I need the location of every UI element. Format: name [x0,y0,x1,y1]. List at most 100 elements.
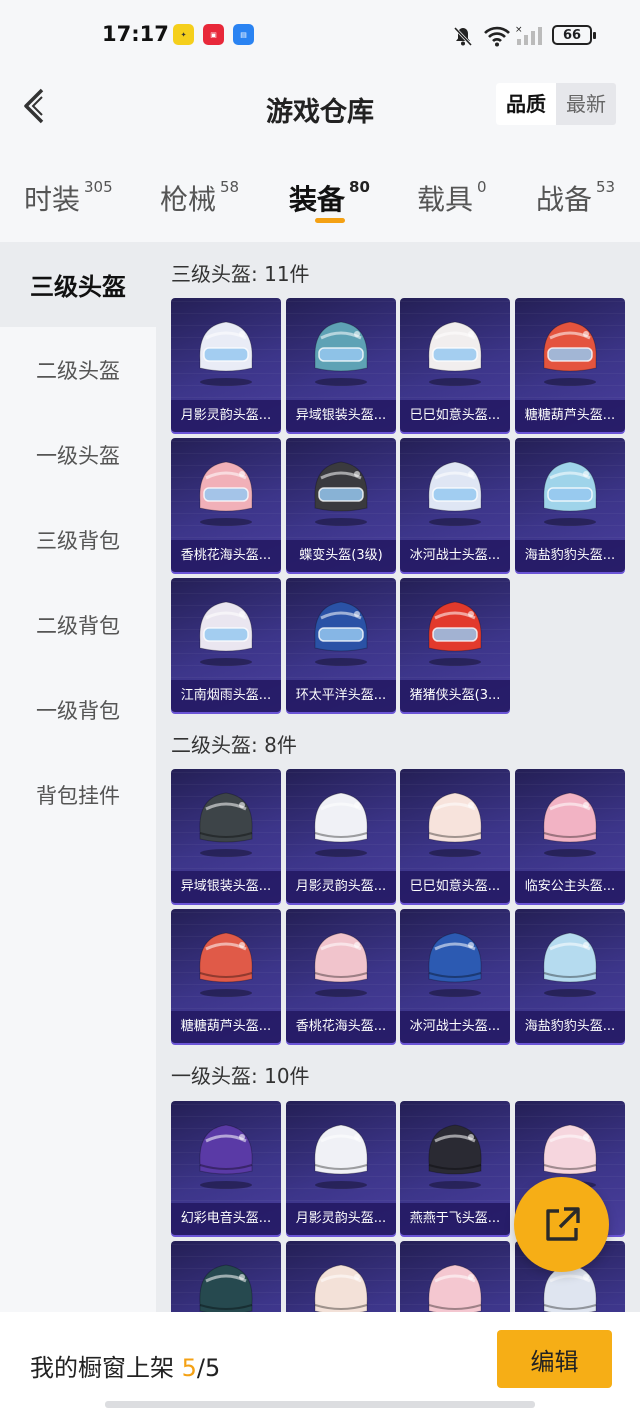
item-card[interactable]: 冰河战士头盔... [400,909,510,1043]
item-name: 月影灵韵头盔... [286,871,396,903]
item-card[interactable]: 燕燕于飞头盔... [400,1101,510,1235]
item-name: 冰河战士头盔... [400,540,510,572]
item-card[interactable]: 幻彩电音头盔... [171,1101,281,1235]
app-root: 17:17 ✦ ▣ ▤ × 66 游戏仓库 品质 最新 时装 305 枪械 58… [0,0,640,1408]
item-card[interactable]: 月影灵韵头盔... [286,769,396,903]
blue-app-icon: ▤ [233,24,254,45]
showcase-status: 我的橱窗上架 5/5 [30,1348,220,1383]
signal-icon: × [515,25,542,45]
back-button[interactable] [16,84,52,128]
helmet-icon [428,932,482,997]
sidebar-item-level2-helmet[interactable]: 二级头盔 [0,327,156,412]
helmet-icon [199,321,253,386]
helmet-icon [314,792,368,857]
helmet-icon [314,461,368,526]
item-card[interactable] [286,1241,396,1312]
tab-label: 装备 [289,183,346,216]
group-title-level2: 二级头盔: 8件 [171,733,297,757]
item-card[interactable]: 异域银装头盔... [171,769,281,903]
share-fab[interactable] [514,1177,609,1272]
item-card[interactable]: 海盐豹豹头盔... [515,438,625,572]
battery-icon: 66 [552,25,596,45]
tab-guns[interactable]: 枪械 58 [160,178,239,218]
helmet-icon [428,321,482,386]
showcase-label: 我的橱窗上架 [30,1354,174,1382]
red-app-icon: ▣ [203,24,224,45]
back-arrow-icon [24,88,44,124]
tab-fashion[interactable]: 时装 305 [24,178,113,218]
item-card[interactable]: 巳巳如意头盔... [400,769,510,903]
item-card[interactable]: 蝶变头盔(3级) [286,438,396,572]
sidebar-item-level3-helmet[interactable]: 三级头盔 [0,242,156,327]
item-name: 糖糖葫芦头盔... [171,1011,281,1043]
tab-count: 58 [220,178,240,196]
item-card[interactable]: 临安公主头盔... [515,769,625,903]
item-card[interactable]: 巳巳如意头盔... [400,298,510,432]
item-card[interactable]: 冰河战士头盔... [400,438,510,572]
group-title-level3: 三级头盔: 11件 [171,262,310,286]
sidebar: 三级头盔 二级头盔 一级头盔 三级背包 二级背包 一级背包 背包挂件 [0,242,156,1312]
sort-toggle: 品质 最新 [496,83,616,125]
item-card[interactable]: 江南烟雨头盔... [171,578,281,712]
item-card[interactable]: 环太平洋头盔... [286,578,396,712]
item-card[interactable]: 月影灵韵头盔... [286,1101,396,1235]
category-tabs: 时装 305 枪械 58 装备 80 载具 0 战备 53 [0,156,640,242]
item-name: 冰河战士头盔... [400,1011,510,1043]
item-name: 异域银装头盔... [171,871,281,903]
helmet-icon [199,1124,253,1189]
share-icon [545,1206,580,1241]
item-card[interactable]: 猪猪侠头盔(3... [400,578,510,712]
helmet-icon [428,1124,482,1189]
edit-button[interactable]: 编辑 [497,1330,612,1388]
sort-newest-option[interactable]: 最新 [556,83,616,125]
helmet-icon [428,1264,482,1312]
helmet-icon [428,792,482,857]
item-card[interactable]: 月影灵韵头盔... [171,298,281,432]
item-card[interactable] [400,1241,510,1312]
item-card[interactable]: 香桃花海头盔... [171,438,281,572]
helmet-icon [314,321,368,386]
item-name: 临安公主头盔... [515,871,625,903]
tab-equipment[interactable]: 装备 80 [289,178,370,218]
helmet-icon [543,461,597,526]
item-card[interactable]: 糖糖葫芦头盔... [515,298,625,432]
header: 游戏仓库 品质 最新 [0,66,640,156]
wifi-icon [484,26,510,47]
showcase-current: 5 [181,1354,197,1382]
item-card[interactable]: 海盐豹豹头盔... [515,909,625,1043]
item-card[interactable]: 香桃花海头盔... [286,909,396,1043]
helmet-icon [428,461,482,526]
helmet-icon [314,1264,368,1312]
svg-text:×: × [515,25,523,35]
sidebar-item-backpack-pendant[interactable]: 背包挂件 [0,752,156,837]
item-name: 海盐豹豹头盔... [515,540,625,572]
status-time: 17:17 [102,22,169,46]
tab-count: 80 [349,178,370,196]
tab-label: 枪械 [160,183,217,216]
helmet-icon [199,1264,253,1312]
item-card[interactable]: 异域银装头盔... [286,298,396,432]
helmet-icon [199,461,253,526]
helmet-icon [314,932,368,997]
item-name: 糖糖葫芦头盔... [515,400,625,432]
group-title-level1: 一级头盔: 10件 [171,1064,310,1088]
helmet-icon [314,601,368,666]
sidebar-item-level2-backpack[interactable]: 二级背包 [0,582,156,667]
item-name: 巳巳如意头盔... [400,400,510,432]
helmet-icon [199,932,253,997]
sort-quality-option[interactable]: 品质 [496,83,556,125]
item-name: 巳巳如意头盔... [400,871,510,903]
tab-count: 53 [596,178,616,196]
item-card[interactable]: 糖糖葫芦头盔... [171,909,281,1043]
helmet-icon [428,601,482,666]
sidebar-item-level1-helmet[interactable]: 一级头盔 [0,412,156,497]
active-tab-indicator [315,218,345,223]
item-name: 江南烟雨头盔... [171,680,281,712]
status-bar: 17:17 ✦ ▣ ▤ × 66 [0,0,640,66]
sidebar-item-level1-backpack[interactable]: 一级背包 [0,667,156,752]
helmet-icon [199,792,253,857]
tab-supplies[interactable]: 战备 53 [536,178,615,218]
tab-vehicles[interactable]: 载具 0 [417,178,487,218]
item-card[interactable] [171,1241,281,1312]
sidebar-item-level3-backpack[interactable]: 三级背包 [0,497,156,582]
